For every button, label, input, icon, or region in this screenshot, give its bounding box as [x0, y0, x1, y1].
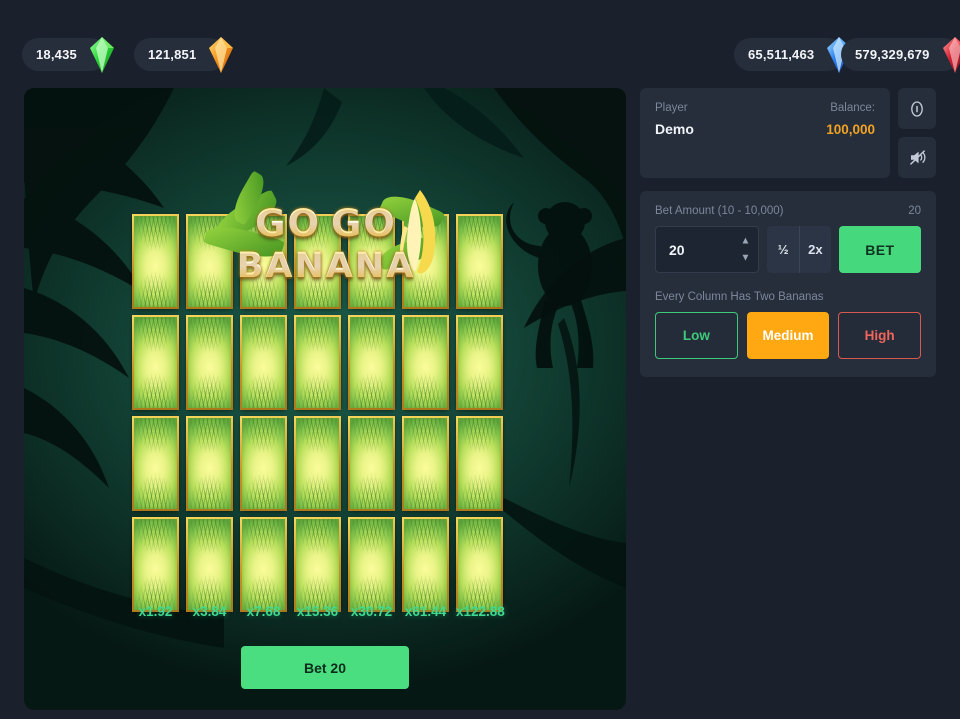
multiplier-value: x122.88 — [456, 604, 505, 619]
grid-tile[interactable] — [456, 416, 503, 511]
info-button[interactable] — [898, 88, 936, 129]
grid-tile[interactable] — [186, 517, 233, 612]
grid-tile[interactable] — [132, 416, 179, 511]
grid-tile[interactable] — [186, 315, 233, 410]
grid-tile[interactable] — [348, 416, 395, 511]
top-currency-bar: 18,435 121,851 65,511,463 579,329,679 — [0, 0, 960, 88]
currency-pill-topaz[interactable]: 121,851 — [134, 36, 234, 73]
stepper-down-icon[interactable]: ▼ — [740, 253, 750, 263]
currency-pill-ruby[interactable]: 579,329,679 — [841, 36, 960, 73]
currency-amount-emerald: 18,435 — [36, 47, 77, 62]
control-panel: Player Balance: Demo 100,000 Bet Amount … — [640, 88, 936, 377]
risk-option-low[interactable]: Low — [655, 312, 738, 359]
risk-option-medium[interactable]: Medium — [746, 312, 830, 359]
grid-tile[interactable] — [348, 214, 395, 309]
multiplier-value: x15.36 — [296, 604, 339, 619]
grid-tile[interactable] — [402, 315, 449, 410]
account-row: Player Balance: Demo 100,000 — [640, 88, 936, 178]
grid-tile[interactable] — [240, 416, 287, 511]
grid-tile[interactable] — [186, 214, 233, 309]
stage-bet-button[interactable]: Bet 20 — [241, 646, 409, 689]
multiplier-value: x30.72 — [350, 604, 393, 619]
grid-tile[interactable] — [348, 315, 395, 410]
bet-controls: 20 ▲ ▼ ½ 2x BET — [655, 226, 922, 273]
grid-tile[interactable] — [348, 517, 395, 612]
bet-half-button[interactable]: ½ — [767, 226, 799, 273]
bet-input-value: 20 — [669, 241, 685, 258]
gem-red-icon — [942, 36, 960, 73]
currency-amount-ruby: 579,329,679 — [855, 47, 930, 62]
currency-amount-sapphire: 65,511,463 — [748, 47, 815, 62]
currency-pill-sapphire[interactable]: 65,511,463 — [734, 36, 852, 73]
player-label: Player — [655, 102, 688, 114]
grid-tile[interactable] — [402, 214, 449, 309]
panel-icon-column — [898, 88, 936, 178]
sound-muted-icon — [909, 150, 925, 165]
mute-button[interactable] — [898, 137, 936, 178]
game-page: 18,435 121,851 65,511,463 579,329,679 G … — [0, 0, 960, 719]
bet-stepper[interactable]: ▲ ▼ — [740, 236, 750, 263]
currency-amount-topaz: 121,851 — [148, 47, 197, 62]
grid-tile[interactable] — [294, 416, 341, 511]
info-icon — [911, 100, 923, 117]
currency-pill-emerald[interactable]: 18,435 — [22, 36, 114, 73]
bet-quick-adjust: ½ 2x — [767, 226, 831, 273]
multiplier-value: x7.68 — [246, 604, 281, 619]
bet-amount-label: Bet Amount (10 - 10,000) — [655, 205, 784, 217]
grid-tile[interactable] — [240, 517, 287, 612]
multiplier-value: x1.92 — [138, 604, 173, 619]
game-stage: GO GO BAN ANA x1.92x3.84x7.68x15.36x30.7… — [24, 88, 626, 710]
balance-label: Balance: — [830, 102, 875, 114]
grid-tile[interactable] — [132, 315, 179, 410]
grid-tile[interactable] — [456, 214, 503, 309]
multiplier-row: x1.92 x3.84 x7.68 x15.36 x30.72 x61.44 x122.88 — [132, 604, 505, 619]
grid-tile[interactable] — [132, 517, 179, 612]
multiplier-value: x3.84 — [192, 604, 227, 619]
stepper-up-icon[interactable]: ▲ — [740, 236, 750, 246]
grid-tile[interactable] — [240, 315, 287, 410]
bet-double-button[interactable]: 2x — [799, 226, 831, 273]
multiplier-value: x61.44 — [404, 604, 447, 619]
grid-tile[interactable] — [402, 517, 449, 612]
player-name: Demo — [655, 121, 694, 137]
grid-tile[interactable] — [132, 214, 179, 309]
gem-green-icon — [89, 36, 114, 73]
gem-orange-icon — [209, 36, 234, 73]
grid-tile[interactable] — [456, 517, 503, 612]
bet-card: Bet Amount (10 - 10,000) 20 20 ▲ ▼ ½ 2x … — [640, 191, 936, 377]
tile-grid — [132, 214, 503, 612]
bet-button[interactable]: BET — [838, 226, 922, 273]
balance-value: 100,000 — [826, 122, 875, 137]
grid-tile[interactable] — [402, 416, 449, 511]
risk-option-high[interactable]: High — [838, 312, 922, 359]
risk-label: Every Column Has Two Bananas — [655, 291, 824, 303]
grid-tile[interactable] — [294, 214, 341, 309]
risk-options: Low Medium High — [655, 312, 922, 359]
account-card: Player Balance: Demo 100,000 — [640, 88, 890, 178]
bet-amount-display: 20 — [908, 205, 921, 217]
grid-tile[interactable] — [186, 416, 233, 511]
bet-amount-input[interactable]: 20 ▲ ▼ — [655, 226, 760, 273]
grid-tile[interactable] — [456, 315, 503, 410]
grid-tile[interactable] — [294, 315, 341, 410]
grid-tile[interactable] — [240, 214, 287, 309]
grid-tile[interactable] — [294, 517, 341, 612]
